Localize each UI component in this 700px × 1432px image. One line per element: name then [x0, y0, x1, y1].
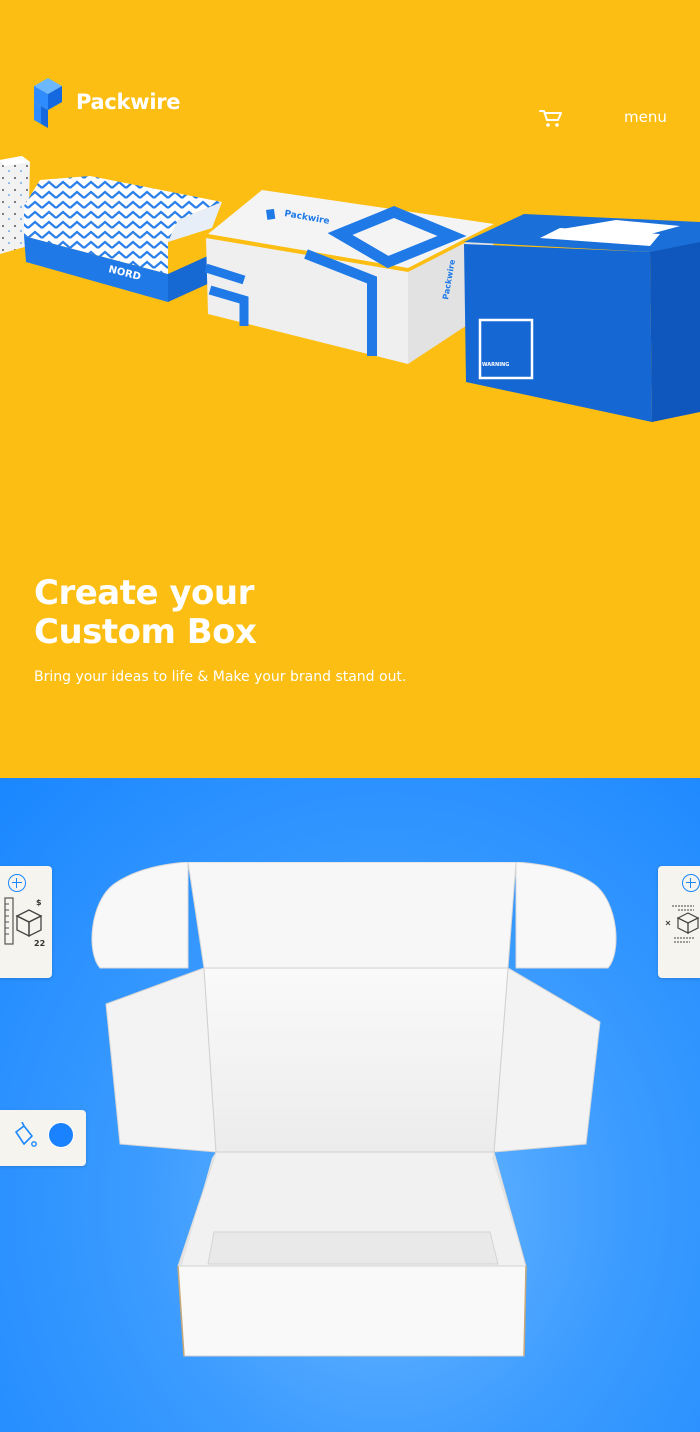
shipping-box-label: WARNING [482, 362, 509, 368]
headline-line-1: Create your [34, 573, 254, 613]
box-style-panel[interactable] [658, 866, 700, 978]
brand-logo[interactable]: Packwire [30, 76, 181, 128]
headline-line-2: Custom Box [34, 612, 257, 652]
hero-boxes-image: NORD Packwire Packwire WARNING [0, 156, 700, 422]
menu-button[interactable]: menu [624, 108, 667, 126]
currency-label: $ [36, 898, 42, 907]
plus-circle-icon[interactable] [8, 874, 26, 892]
paint-bucket-icon[interactable] [10, 1122, 38, 1150]
packwire-cube-logo-icon [34, 78, 62, 128]
count-label: 22 [34, 939, 45, 948]
hero-headline: Create your Custom Box [34, 573, 257, 652]
cart-icon [539, 110, 562, 127]
cart-button[interactable] [539, 108, 563, 128]
box-editor-section: $ 22 [0, 778, 700, 1432]
packwire-mailer-box: Packwire Packwire [204, 190, 494, 364]
brand-name: Packwire [76, 90, 181, 114]
box-dimensions-icon [665, 905, 700, 943]
blue-shipping-box: WARNING [464, 214, 700, 422]
hero-subheadline: Bring your ideas to life & Make your bra… [34, 669, 407, 685]
ruler-box-price-icon: $ 22 [4, 897, 45, 948]
hero-section: Packwire menu NORD Packwire Packwire WAR… [0, 0, 700, 778]
nord-box: NORD [24, 176, 222, 302]
open-box-preview [91, 862, 617, 1357]
color-panel[interactable] [0, 1110, 86, 1166]
selected-color-swatch[interactable] [48, 1122, 74, 1148]
plus-circle-icon[interactable] [682, 874, 700, 892]
dimensions-price-panel[interactable]: $ 22 [0, 866, 52, 978]
